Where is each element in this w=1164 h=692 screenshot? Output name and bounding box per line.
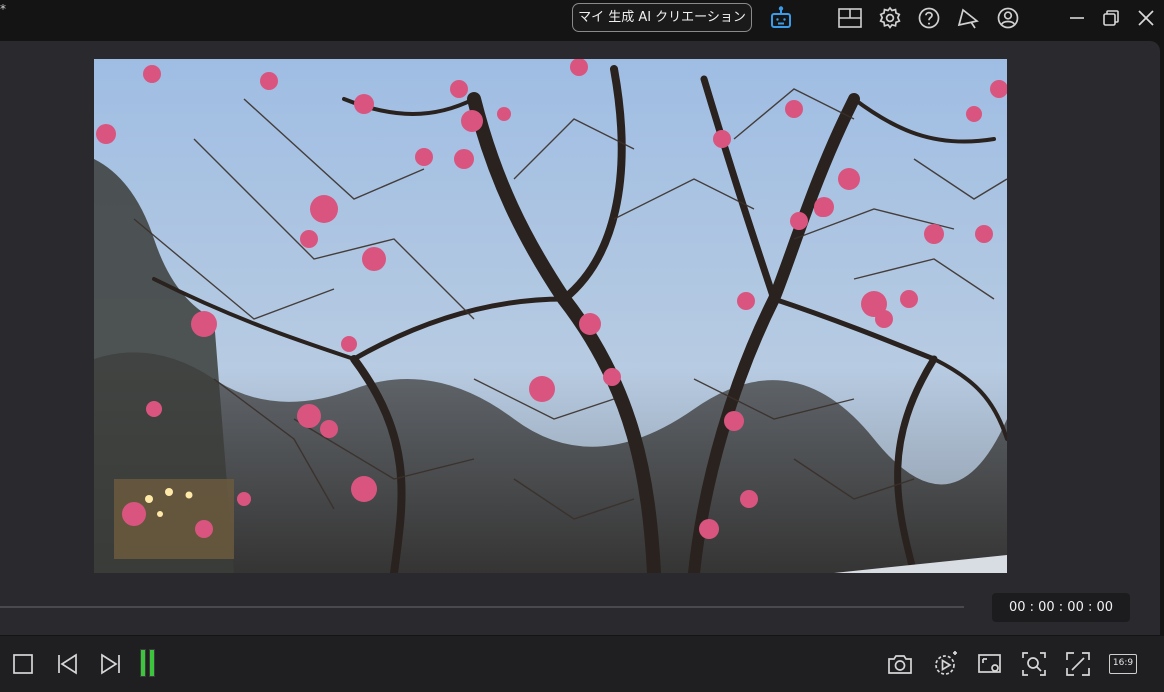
layout-icon[interactable] [837, 5, 863, 31]
audio-level-left [140, 649, 146, 677]
fullscreen-icon[interactable] [1064, 650, 1092, 678]
snapshot-camera-icon[interactable] [886, 650, 914, 678]
playback-timeline[interactable] [0, 606, 964, 608]
video-preview[interactable] [94, 59, 1007, 573]
preview-settings-icon[interactable] [976, 650, 1004, 678]
play-settings-icon[interactable] [932, 650, 960, 678]
preview-panel: 00 : 00 : 00 : 00 [0, 41, 1160, 635]
aspect-ratio-button[interactable]: 16:9 [1109, 654, 1137, 674]
audio-level-meter [140, 649, 157, 677]
zoom-icon[interactable] [1020, 650, 1048, 678]
previous-frame-icon[interactable] [53, 650, 81, 678]
restore-icon[interactable] [1098, 5, 1124, 31]
ai-assistant-robot-icon[interactable] [768, 5, 794, 31]
unsaved-mark: * [0, 2, 6, 16]
title-bar: * マイ 生成 AI クリエーション [0, 0, 1164, 38]
close-icon[interactable] [1133, 5, 1159, 31]
minimize-icon[interactable] [1064, 5, 1090, 31]
next-frame-icon[interactable] [97, 650, 125, 678]
stop-icon[interactable] [9, 650, 37, 678]
playback-control-bar [0, 636, 1164, 692]
account-icon[interactable] [995, 5, 1021, 31]
settings-gear-icon[interactable] [877, 5, 903, 31]
audio-level-right [149, 649, 155, 677]
notification-icon[interactable] [955, 5, 981, 31]
my-ai-creation-button[interactable]: マイ 生成 AI クリエーション [572, 3, 752, 32]
help-icon[interactable] [916, 5, 942, 31]
timecode-display: 00 : 00 : 00 : 00 [992, 593, 1130, 622]
